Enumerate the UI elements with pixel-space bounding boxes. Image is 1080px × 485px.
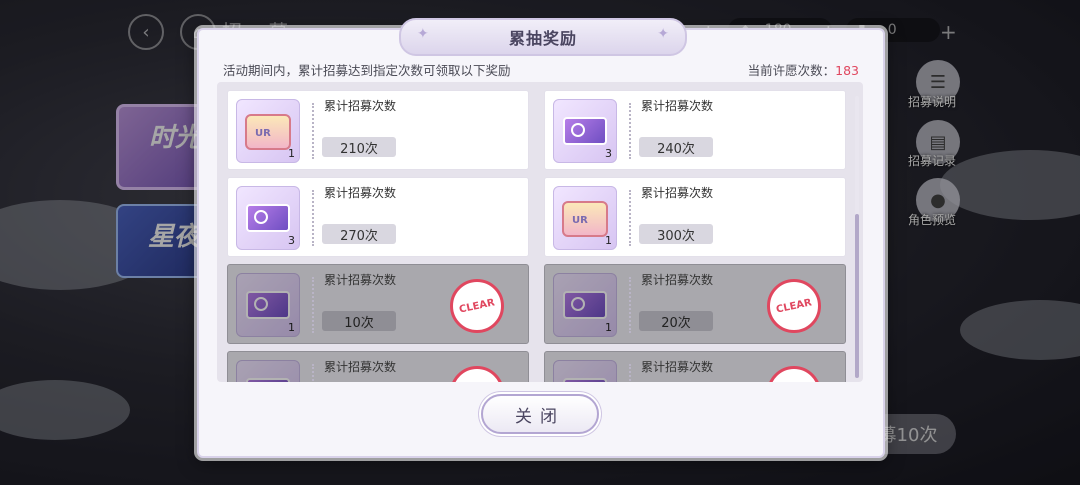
- chest-icon: UR: [562, 201, 608, 237]
- wish-count: 当前许愿次数：183: [748, 60, 859, 79]
- reward-label: 累计招募次数: [641, 186, 714, 200]
- divider: [629, 364, 631, 382]
- ur-badge: UR: [255, 128, 271, 139]
- time-ticket-icon[interactable]: [236, 360, 300, 382]
- item-quantity: 1: [605, 234, 612, 247]
- ticket-icon: [563, 117, 607, 145]
- reward-label: 累计招募次数: [324, 186, 397, 200]
- reward-list[interactable]: UR 1 累计招募次数 210次 3 累计招募次数 240次 3 累计招募次数 …: [217, 82, 863, 382]
- close-button[interactable]: 关闭: [481, 394, 599, 434]
- reward-threshold: 270次: [322, 224, 396, 244]
- reward-threshold: 210次: [322, 137, 396, 157]
- item-quantity: 1: [288, 321, 295, 334]
- divider: [629, 103, 631, 159]
- ur-chest-icon[interactable]: UR 1: [553, 186, 617, 250]
- time-ticket-icon[interactable]: 3: [236, 186, 300, 250]
- divider: [312, 190, 314, 246]
- wish-count-value: 183: [835, 63, 859, 78]
- reward-card[interactable]: UR 1 累计招募次数 210次: [227, 90, 529, 170]
- reward-card-claimed[interactable]: 累计招募次数 CLEAR: [544, 351, 846, 382]
- dialog-header: ✦ 累抽奖励 ✦: [399, 18, 687, 56]
- sparkle-icon: ✦: [417, 26, 429, 42]
- ticket-icon: [246, 291, 290, 319]
- reward-card-claimed[interactable]: 累计招募次数 CLEAR: [227, 351, 529, 382]
- dialog-title: 累抽奖励: [508, 29, 577, 48]
- time-ticket-icon[interactable]: 1: [553, 273, 617, 337]
- time-ticket-icon[interactable]: 1: [236, 273, 300, 337]
- divider: [312, 103, 314, 159]
- clock-icon: [254, 297, 268, 311]
- reward-card[interactable]: 3 累计招募次数 240次: [544, 90, 846, 170]
- divider: [629, 190, 631, 246]
- reward-card-claimed[interactable]: 1 累计招募次数 10次 CLEAR: [227, 264, 529, 344]
- ticket-icon: [563, 291, 607, 319]
- reward-threshold: 10次: [322, 311, 396, 331]
- reward-card[interactable]: UR 1 累计招募次数 300次: [544, 177, 846, 257]
- reward-list-scrollbar[interactable]: [855, 96, 859, 378]
- ur-chest-icon[interactable]: UR 1: [236, 99, 300, 163]
- item-quantity: 3: [605, 147, 612, 160]
- dialog-description: 活动期间内，累计招募达到指定次数可领取以下奖励: [223, 63, 511, 78]
- divider: [629, 277, 631, 333]
- reward-label: 累计招募次数: [324, 273, 397, 287]
- ur-badge: UR: [572, 215, 588, 226]
- wish-count-label: 当前许愿次数：: [747, 63, 836, 78]
- ticket-icon: [246, 378, 290, 382]
- scrollbar-thumb[interactable]: [855, 214, 859, 378]
- time-ticket-icon[interactable]: 3: [553, 99, 617, 163]
- reward-card-claimed[interactable]: 1 累计招募次数 20次 CLEAR: [544, 264, 846, 344]
- item-quantity: 1: [605, 321, 612, 334]
- reward-threshold: 300次: [639, 224, 713, 244]
- reward-label: 累计招募次数: [324, 99, 397, 113]
- divider: [312, 364, 314, 382]
- reward-label: 累计招募次数: [324, 360, 397, 374]
- divider: [312, 277, 314, 333]
- reward-label: 累计招募次数: [641, 99, 714, 113]
- chest-icon: UR: [245, 114, 291, 150]
- clear-stamp-icon: CLEAR: [767, 279, 821, 333]
- clear-stamp-icon: CLEAR: [450, 366, 504, 382]
- clock-icon: [254, 210, 268, 224]
- cumulative-reward-dialog: ✦ 累抽奖励 ✦ 活动期间内，累计招募达到指定次数可领取以下奖励 当前许愿次数：…: [197, 18, 885, 458]
- ticket-icon: [563, 378, 607, 382]
- ticket-icon: [246, 204, 290, 232]
- sparkle-icon: ✦: [657, 26, 669, 42]
- reward-threshold: 20次: [639, 311, 713, 331]
- item-quantity: 3: [288, 234, 295, 247]
- clock-icon: [571, 297, 585, 311]
- reward-threshold: 240次: [639, 137, 713, 157]
- stamp-text: CLEAR: [458, 296, 496, 316]
- time-ticket-icon[interactable]: [553, 360, 617, 382]
- stamp-text: CLEAR: [775, 296, 813, 316]
- clear-stamp-icon: CLEAR: [450, 279, 504, 333]
- reward-label: 累计招募次数: [641, 360, 714, 374]
- reward-card[interactable]: 3 累计招募次数 270次: [227, 177, 529, 257]
- reward-label: 累计招募次数: [641, 273, 714, 287]
- item-quantity: 1: [288, 147, 295, 160]
- clock-icon: [571, 123, 585, 137]
- clear-stamp-icon: CLEAR: [767, 366, 821, 382]
